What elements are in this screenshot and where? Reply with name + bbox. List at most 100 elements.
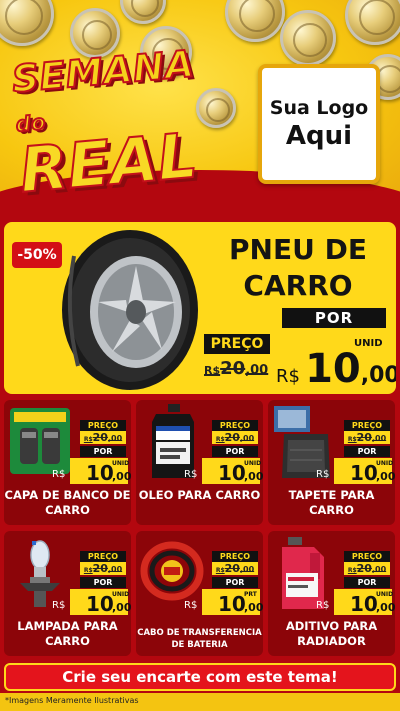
disclaimer-bar: *Imagens Meramente Ilustrativas — [0, 693, 400, 711]
old-dec: ,00 — [371, 434, 387, 443]
new-int: 10 — [86, 592, 114, 616]
new-dec: ,00 — [376, 470, 395, 483]
new-dec: ,00 — [244, 470, 263, 483]
product-label: ADITIVO PARA RADIADOR — [285, 619, 378, 648]
por-label: POR — [80, 446, 126, 457]
hero-preco-label: PREÇO — [204, 334, 270, 354]
old-int: 20 — [356, 562, 372, 575]
old-int: 20 — [224, 562, 240, 575]
new-int: 10 — [350, 592, 378, 616]
preco-label: PREÇO — [212, 551, 258, 562]
old-int: 20 — [92, 431, 108, 444]
product-card-seat-cover[interactable]: PREÇO R$20,00 POR 10 UNID ,00 R$ CAPA DE… — [4, 400, 131, 525]
logo-text-line1: Sua Logo — [269, 97, 369, 119]
old-currency: R$ — [347, 567, 357, 574]
old-dec: ,00 — [107, 565, 123, 574]
hero-new-price: R$ 10,00 — [276, 346, 396, 392]
por-label: POR — [80, 577, 126, 588]
preco-label: PREÇO — [344, 420, 390, 431]
disclaimer-text: *Imagens Meramente Ilustrativas — [5, 696, 139, 705]
old-price: R$20,00 — [80, 562, 126, 575]
new-dec: ,00 — [112, 601, 131, 614]
old-price: R$20,00 — [212, 431, 258, 444]
old-currency: R$ — [83, 436, 93, 443]
coin-icon — [225, 0, 285, 42]
old-price: R$20,00 — [212, 562, 258, 575]
unit-label: UNID — [112, 591, 130, 598]
product-card-floor-mat[interactable]: PREÇO R$20,00 POR 10 UNID ,00 R$ TAPETE … — [268, 400, 395, 525]
product-label: CAPA DE BANCO DE CARRO — [4, 488, 131, 517]
logo-placeholder[interactable]: Sua Logo Aqui — [258, 64, 380, 184]
old-price: R$20,00 — [344, 431, 390, 444]
preco-label: PREÇO — [80, 551, 126, 562]
new-int: 10 — [86, 461, 114, 485]
old-dec: ,00 — [239, 434, 255, 443]
product-label: OLEO PARA CARRO — [138, 488, 261, 502]
title-word-real: REAL — [16, 118, 201, 208]
product-card-lamp[interactable]: PREÇO R$20,00 POR 10 UNID ,00 R$ LAMPADA… — [4, 531, 131, 656]
new-int: 10 — [350, 461, 378, 485]
coin-icon — [120, 0, 166, 24]
new-currency: R$ — [52, 469, 66, 480]
old-currency: R$ — [347, 436, 357, 443]
hero-old-int: 20 — [220, 358, 246, 379]
hero-new-currency: R$ — [276, 366, 300, 387]
old-currency: R$ — [215, 567, 225, 574]
hero-old-price: R$20,00 — [204, 358, 268, 379]
unit-label: UNID — [376, 460, 394, 467]
por-label: POR — [344, 577, 390, 588]
new-dec: ,00 — [244, 601, 263, 614]
hero-old-dec: ,00 — [245, 363, 269, 378]
product-label: CABO DE TRANSFERENCIA DE BATERIA — [137, 628, 262, 650]
product-card-jumper-cable[interactable]: PREÇO R$20,00 POR 10 PRT ,00 R$ CABO DE … — [136, 531, 263, 656]
unit-label: UNID — [376, 591, 394, 598]
old-int: 20 — [92, 562, 108, 575]
create-flyer-button[interactable]: Crie seu encarte com este tema! — [4, 663, 396, 691]
hero-new-int: 10 — [305, 346, 361, 392]
preco-label: PREÇO — [212, 420, 258, 431]
por-label: POR — [344, 446, 390, 457]
hero-por-label: POR — [282, 308, 386, 328]
product-card-radiator-additive[interactable]: PREÇO R$20,00 POR 10 UNID ,00 R$ ADITIVO… — [268, 531, 395, 656]
new-currency: R$ — [316, 600, 330, 611]
old-dec: ,00 — [107, 434, 123, 443]
coin-icon — [280, 10, 336, 66]
preco-label: PREÇO — [344, 551, 390, 562]
new-price: 10 UNID ,00 — [70, 589, 131, 616]
por-label: POR — [212, 577, 258, 588]
product-card-oil[interactable]: PREÇO R$20,00 POR 10 UNID ,00 R$ OLEO PA… — [136, 400, 263, 525]
old-dec: ,00 — [371, 565, 387, 574]
coin-icon — [345, 0, 400, 45]
new-int: 10 — [218, 592, 246, 616]
product-label: TAPETE PARA CARRO — [288, 488, 375, 517]
old-currency: R$ — [215, 436, 225, 443]
new-dec: ,00 — [112, 470, 131, 483]
hero-new-dec: ,00 — [360, 363, 396, 388]
new-currency: R$ — [52, 600, 66, 611]
hero-product-name: PNEU DE CARRO — [204, 232, 392, 304]
new-price: 10 UNID ,00 — [334, 589, 395, 616]
new-currency: R$ — [184, 600, 198, 611]
old-price: R$20,00 — [344, 562, 390, 575]
event-title: SEMANA do REAL — [9, 41, 214, 208]
tire-image — [62, 230, 198, 390]
old-price: R$20,00 — [80, 431, 126, 444]
por-label: POR — [212, 446, 258, 457]
old-dec: ,00 — [239, 565, 255, 574]
hero-name-line1: PNEU DE — [229, 233, 367, 266]
product-label: LAMPADA PARA CARRO — [17, 619, 118, 648]
title-word-semana: SEMANA — [9, 41, 197, 102]
new-price: 10 UNID ,00 — [70, 458, 131, 485]
new-int: 10 — [218, 461, 246, 485]
old-int: 20 — [356, 431, 372, 444]
old-int: 20 — [224, 431, 240, 444]
unit-label: UNID — [244, 460, 262, 467]
old-currency: R$ — [83, 567, 93, 574]
discount-badge: -50% — [12, 242, 62, 268]
header-banner: SEMANA do REAL Sua Logo Aqui — [0, 0, 400, 215]
hero-old-currency: R$ — [204, 364, 221, 377]
preco-label: PREÇO — [80, 420, 126, 431]
new-price: 10 UNID ,00 — [202, 458, 263, 485]
featured-offer[interactable]: -50% PNEU DE CARRO POR PREÇO R$20,00 UNI… — [4, 222, 396, 394]
hero-name-line2: CARRO — [243, 269, 353, 302]
